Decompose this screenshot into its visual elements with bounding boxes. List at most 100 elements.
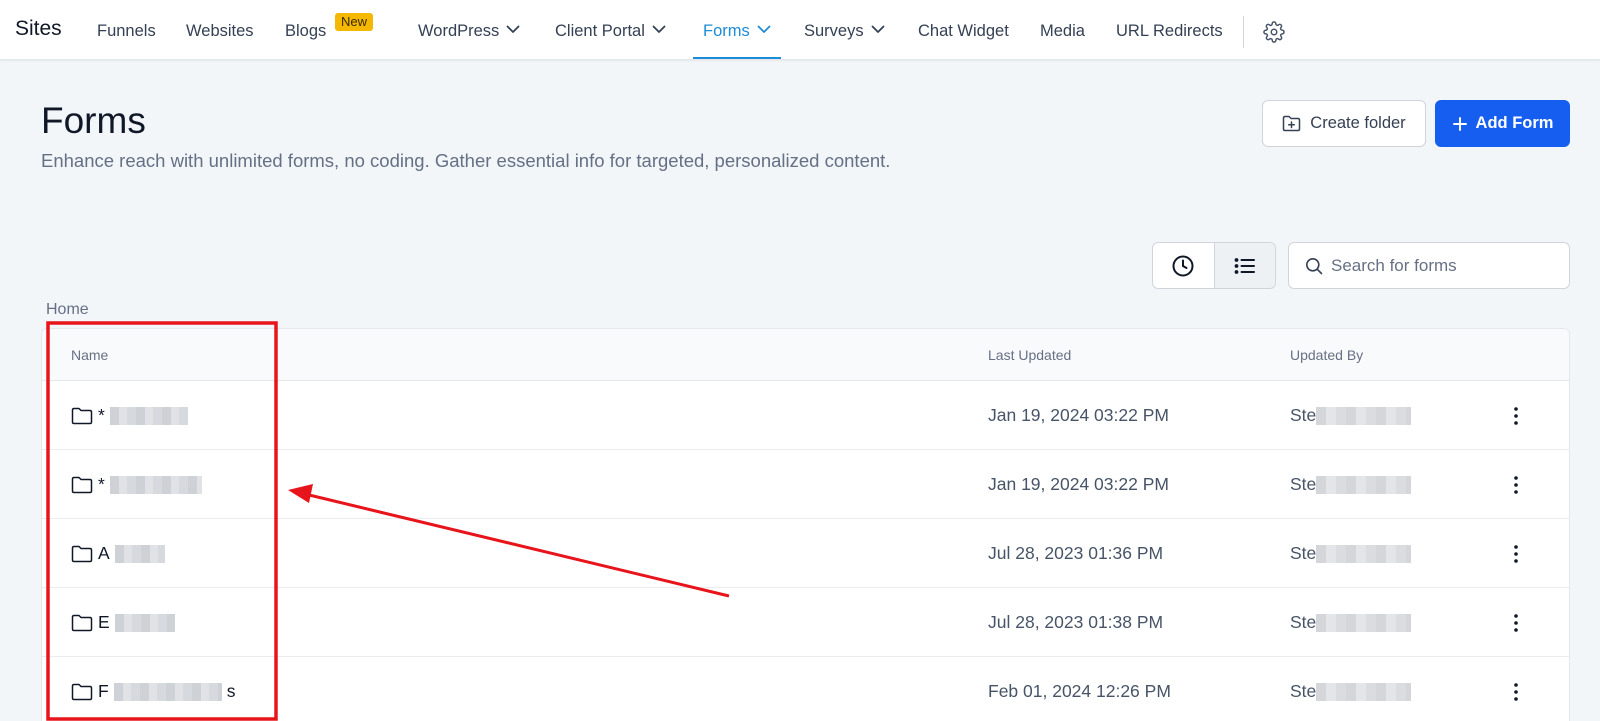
row-menu-button[interactable] (1504, 381, 1528, 450)
updated-by-name: Ste (1290, 612, 1317, 632)
page-description: Enhance reach with unlimited forms, no c… (41, 150, 891, 171)
redacted-text (114, 613, 175, 632)
folder-name: * (98, 405, 105, 425)
page-title: Forms (41, 100, 146, 141)
chevron-down-icon (871, 25, 885, 34)
updated-by-cell: Ste (1290, 450, 1412, 519)
create-folder-button[interactable]: Create folder (1262, 100, 1426, 147)
updated-by-cell: Ste (1290, 519, 1412, 588)
add-form-button[interactable]: Add Form (1435, 100, 1570, 147)
more-vertical-icon (1514, 613, 1518, 632)
create-folder-label: Create folder (1310, 114, 1406, 132)
last-updated-cell: Jan 19, 2024 03:22 PM (988, 405, 1169, 425)
brand-title: Sites (15, 17, 62, 40)
nav-item-websites[interactable]: Websites (186, 0, 254, 59)
more-vertical-icon (1514, 406, 1518, 425)
row-menu-button[interactable] (1504, 450, 1528, 519)
search-box (1288, 242, 1570, 289)
nav-item-chat-widget[interactable]: Chat Widget (918, 0, 1009, 59)
new-badge: New (335, 13, 374, 31)
row-menu-button[interactable] (1504, 657, 1528, 721)
folder-name-cell[interactable]: A (71, 519, 165, 588)
column-header-name[interactable]: Name (71, 347, 108, 363)
row-menu-button[interactable] (1504, 588, 1528, 657)
nav-item-label: Client Portal (555, 22, 645, 40)
folder-name-suffix: s (226, 681, 236, 701)
folder-icon (71, 545, 93, 562)
redacted-text (114, 544, 165, 563)
view-toggle (1152, 242, 1276, 289)
updated-by-cell: Ste (1290, 588, 1412, 657)
redacted-text (1316, 406, 1412, 425)
folder-name: F (98, 681, 109, 701)
updated-by-cell: Ste (1290, 381, 1412, 450)
table-header: Name Last Updated Updated By (42, 329, 1569, 381)
folder-name-cell[interactable]: * (71, 450, 202, 519)
table-row[interactable]: A Jul 28, 2023 01:36 PM Ste (42, 519, 1569, 588)
folder-icon (71, 407, 93, 424)
chevron-down-icon (757, 25, 771, 34)
nav-item-blogs[interactable]: Blogs (285, 0, 326, 59)
folder-name-cell[interactable]: * (71, 381, 188, 450)
folder-icon (71, 683, 93, 700)
column-header-last-updated[interactable]: Last Updated (988, 347, 1071, 363)
more-vertical-icon (1514, 475, 1518, 494)
top-nav: Sites Funnels Websites Blogs New WordPre… (0, 0, 1600, 60)
nav-item-funnels[interactable]: Funnels (97, 0, 156, 59)
updated-by-name: Ste (1290, 681, 1317, 701)
gear-icon[interactable] (1263, 21, 1285, 43)
redacted-text (1316, 682, 1412, 701)
nav-item-label: Surveys (804, 22, 864, 40)
nav-item-wordpress[interactable]: WordPress (418, 0, 520, 59)
folder-name: * (98, 474, 105, 494)
redacted-text (109, 475, 202, 494)
search-icon (1306, 257, 1323, 274)
nav-item-media[interactable]: Media (1040, 0, 1085, 59)
updated-by-name: Ste (1290, 474, 1317, 494)
forms-table: Name Last Updated Updated By * Jan 19, 2… (41, 328, 1570, 721)
clock-icon (1172, 255, 1194, 276)
updated-by-name: Ste (1290, 543, 1317, 563)
folder-name: E (98, 612, 110, 632)
nav-item-surveys[interactable]: Surveys (804, 0, 885, 59)
folder-name: A (98, 543, 110, 563)
last-updated-cell: Jul 28, 2023 01:38 PM (988, 612, 1164, 632)
folder-plus-icon (1283, 115, 1301, 132)
nav-item-forms[interactable]: Forms (693, 0, 781, 59)
plus-icon (1452, 116, 1467, 131)
last-updated-cell: Jul 28, 2023 01:36 PM (988, 543, 1164, 563)
last-updated-cell: Jan 19, 2024 03:22 PM (988, 474, 1169, 494)
redacted-text (1316, 475, 1412, 494)
add-form-label: Add Form (1475, 114, 1554, 132)
nav-item-url-redirects[interactable]: URL Redirects (1116, 0, 1223, 59)
recent-view-button[interactable] (1153, 243, 1214, 288)
redacted-text (1316, 613, 1412, 632)
redacted-text (1316, 544, 1412, 563)
chevron-down-icon (652, 25, 666, 34)
table-row[interactable]: * Jan 19, 2024 03:22 PM Ste (42, 381, 1569, 450)
redacted-text (109, 406, 188, 425)
nav-item-client-portal[interactable]: Client Portal (555, 0, 666, 59)
nav-item-label: WordPress (418, 22, 500, 40)
table-row[interactable]: E Jul 28, 2023 01:38 PM Ste (42, 588, 1569, 657)
chevron-down-icon (506, 25, 520, 34)
folder-name-cell[interactable]: E (71, 588, 175, 657)
more-vertical-icon (1514, 544, 1518, 563)
table-row[interactable]: * Jan 19, 2024 03:22 PM Ste (42, 450, 1569, 519)
list-icon (1234, 257, 1255, 274)
more-vertical-icon (1514, 682, 1518, 701)
nav-item-label: Forms (703, 22, 750, 40)
table-row[interactable]: F s Feb 01, 2024 12:26 PM Ste (42, 657, 1569, 721)
updated-by-cell: Ste (1290, 657, 1412, 721)
updated-by-name: Ste (1290, 405, 1317, 425)
nav-divider (1243, 16, 1244, 48)
folder-icon (71, 476, 93, 493)
list-view-button[interactable] (1213, 243, 1275, 288)
column-header-updated-by[interactable]: Updated By (1290, 347, 1363, 363)
last-updated-cell: Feb 01, 2024 12:26 PM (988, 681, 1171, 701)
search-input[interactable] (1331, 255, 1551, 276)
breadcrumb[interactable]: Home (46, 301, 89, 319)
folder-name-cell[interactable]: F s (71, 657, 235, 721)
redacted-text (113, 682, 222, 701)
row-menu-button[interactable] (1504, 519, 1528, 588)
